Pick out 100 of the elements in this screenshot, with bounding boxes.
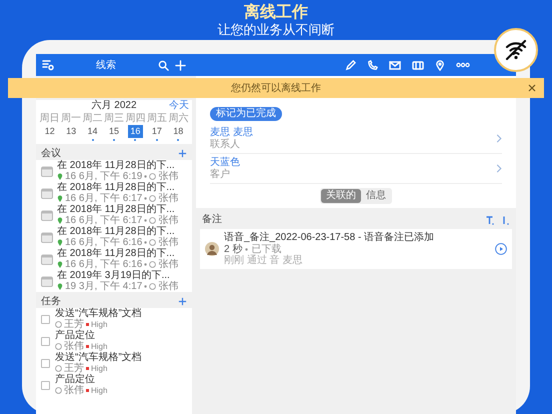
- note-status: 已下载: [251, 244, 282, 255]
- headline-title: 离线工作: [244, 3, 308, 22]
- calendar-icon: [41, 232, 53, 242]
- person-icon: [55, 387, 62, 394]
- section-title: 任务: [41, 296, 62, 308]
- date-cell[interactable]: 13: [64, 125, 79, 138]
- voice-note-icon[interactable]: [502, 216, 510, 224]
- task-checkbox[interactable]: [41, 380, 50, 390]
- complete-button[interactable]: 标记为已完成: [210, 107, 282, 121]
- play-icon[interactable]: [495, 243, 507, 255]
- note-byline: 刚刚 通过 音 麦思: [224, 255, 304, 266]
- chevron-icon: [496, 164, 502, 173]
- person-icon: [55, 321, 62, 328]
- chevron-icon: [496, 134, 502, 143]
- toolbar-title: 线索: [95, 58, 117, 72]
- meeting-title[interactable]: 在 2018年 11月28日的下...: [57, 160, 178, 171]
- meeting-title[interactable]: 在 2018年 11月28日的下...: [57, 226, 178, 237]
- filter-icon[interactable]: [42, 59, 54, 71]
- calendar-icon: [41, 166, 53, 176]
- person-icon: [149, 239, 156, 246]
- person-icon: [55, 365, 62, 372]
- related-row[interactable]: 麦思 麦思 联系人: [210, 124, 502, 154]
- date-cell[interactable]: 15: [106, 125, 122, 138]
- task-priority: High: [91, 319, 108, 330]
- location-icon: [57, 173, 63, 180]
- plus-icon[interactable]: [178, 149, 187, 158]
- task-priority: High: [91, 363, 108, 374]
- calendar-icon: [41, 210, 53, 220]
- pencil-icon[interactable]: [345, 60, 356, 70]
- meeting-time: 19 3月, 下午 4:17: [65, 281, 142, 292]
- calendar-icon: [41, 188, 53, 198]
- person-icon: [149, 261, 156, 268]
- banner-text: 您仍然可以离线工作: [231, 82, 321, 96]
- meeting-title[interactable]: 在 2018年 11月28日的下...: [57, 204, 178, 215]
- note-card[interactable]: 语音_备注_2022-06-23-17-58 - 语音备注已添加 2 秒 已下载 刚刚 通过 音 麦思: [200, 229, 512, 269]
- related-name: 天蓝色: [210, 157, 241, 168]
- task-title[interactable]: 产品定位: [55, 374, 108, 385]
- phone-icon[interactable]: [367, 60, 378, 70]
- search-icon[interactable]: [158, 60, 169, 70]
- mail-icon[interactable]: [389, 60, 401, 70]
- person-icon: [55, 343, 62, 350]
- meeting-time: 16 6月, 下午 6:17: [65, 215, 142, 226]
- task-priority: High: [91, 385, 108, 396]
- task-title[interactable]: 产品定位: [55, 330, 108, 341]
- person-icon: [149, 173, 156, 180]
- card-icon[interactable]: [412, 60, 424, 70]
- section-title: 备注: [202, 214, 223, 226]
- date-cell[interactable]: 14: [85, 125, 100, 138]
- related-row[interactable]: 天蓝色 客户: [210, 154, 502, 184]
- person-icon: [149, 195, 156, 202]
- calendar-icon: [41, 276, 53, 286]
- weekday-label: 周一: [60, 113, 82, 125]
- meeting-time: 16 6月, 下午 6:16: [65, 237, 142, 248]
- today-link[interactable]: 今天: [169, 100, 189, 112]
- separator-dot-icon: [144, 263, 148, 266]
- weekday-label: 周四: [124, 113, 146, 125]
- more-icon[interactable]: [456, 62, 470, 68]
- note-duration: 2 秒: [224, 244, 242, 255]
- segment-tab[interactable]: 信息: [361, 189, 391, 203]
- meeting-time: 16 6月, 下午 6:19: [65, 171, 142, 182]
- separator-dot-icon: [245, 248, 248, 251]
- wifi-off-icon: [504, 39, 528, 61]
- weekday-label: 周二: [82, 113, 104, 125]
- date-cell[interactable]: 18: [170, 125, 186, 138]
- task-owner: 王芳: [64, 363, 84, 374]
- separator-dot-icon: [144, 197, 148, 200]
- meeting-title[interactable]: 在 2018年 11月28日的下...: [57, 182, 178, 193]
- text-note-icon[interactable]: [486, 216, 494, 224]
- date-cell[interactable]: 12: [42, 125, 58, 138]
- date-cell[interactable]: 17: [149, 125, 164, 138]
- pin-icon[interactable]: [435, 60, 445, 70]
- task-priority: High: [91, 341, 108, 352]
- weekday-label: 周日: [39, 113, 60, 125]
- task-checkbox[interactable]: [41, 358, 50, 368]
- location-icon: [57, 283, 63, 290]
- related-name: 麦思 麦思: [210, 127, 254, 138]
- location-icon: [57, 195, 63, 202]
- location-icon: [57, 217, 63, 224]
- related-type: 客户: [210, 169, 231, 180]
- meeting-title[interactable]: 在 2018年 11月28日的下...: [57, 248, 178, 259]
- task-title[interactable]: 发送“汽车规格”文档: [55, 308, 142, 319]
- task-checkbox[interactable]: [41, 336, 50, 346]
- weekday-label: 周五: [146, 113, 168, 125]
- separator-dot-icon: [144, 241, 148, 244]
- close-icon[interactable]: [528, 84, 536, 92]
- task-title[interactable]: 发送“汽车规格”文档: [55, 352, 142, 363]
- task-checkbox[interactable]: [41, 314, 50, 324]
- task-owner: 张伟: [64, 341, 84, 352]
- plus-icon[interactable]: [178, 297, 187, 306]
- meeting-owner: 张伟: [158, 193, 178, 204]
- segment-tab[interactable]: 关联的: [321, 189, 361, 203]
- task-owner: 张伟: [64, 385, 84, 396]
- headline-subtitle: 让您的业务从不间断: [218, 22, 334, 38]
- avatar-icon: [205, 242, 219, 256]
- section-title: 会议: [41, 148, 62, 160]
- meeting-owner: 张伟: [158, 215, 178, 226]
- date-cell[interactable]: 16: [128, 125, 143, 138]
- separator-dot-icon: [144, 219, 148, 222]
- separator-dot-icon: [144, 285, 148, 288]
- meeting-title[interactable]: 在 2019年 3月19日的下...: [57, 270, 178, 281]
